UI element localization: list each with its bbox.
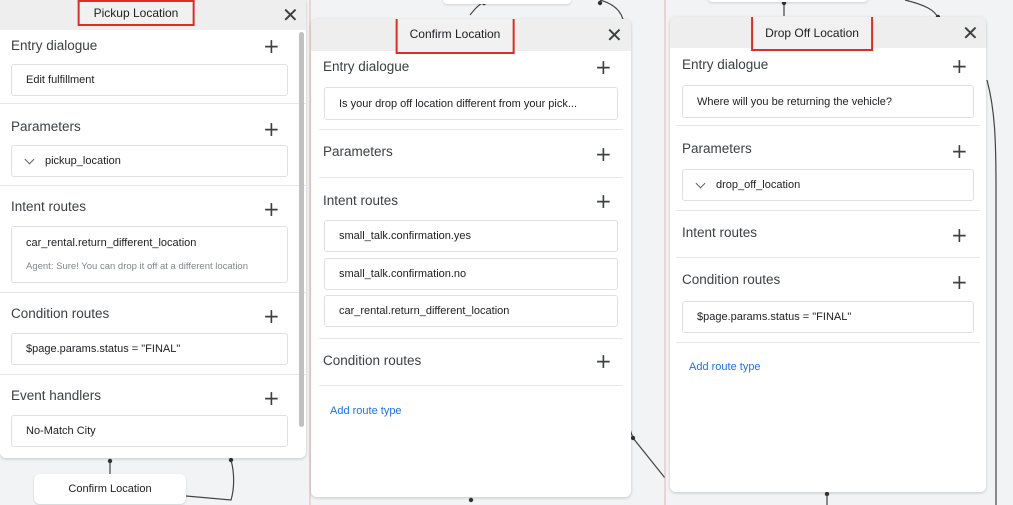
- condition-routes-section: Condition routes + $page.params.status =…: [0, 293, 306, 375]
- section-label: Parameters: [682, 141, 752, 156]
- section-label: Condition routes: [11, 306, 110, 321]
- page-panel-pickup-location: Pickup Location ✕ Entry dialogue + Edit …: [0, 0, 306, 458]
- entry-dialogue-item[interactable]: Where will you be returning the vehicle?: [682, 85, 974, 118]
- page-panel-drop-off-location: Drop Off Location ✕ Entry dialogue + Whe…: [670, 17, 986, 492]
- plus-icon[interactable]: +: [595, 191, 612, 211]
- panel-header: Pickup Location ✕: [0, 0, 306, 30]
- section-label: Parameters: [323, 144, 393, 159]
- parameter-name: drop_off_location: [716, 179, 801, 191]
- chevron-down-icon[interactable]: [695, 178, 706, 188]
- plus-icon[interactable]: +: [951, 272, 968, 292]
- condition-route-item[interactable]: $page.params.status = "FINAL": [682, 301, 974, 333]
- top-node-stub: [708, 0, 868, 2]
- section-label: Intent routes: [682, 225, 758, 240]
- intent-route-item[interactable]: small_talk.confirmation.no: [324, 258, 618, 290]
- section-label: Condition routes: [323, 353, 422, 368]
- page-title: Drop Off Location: [751, 17, 873, 51]
- section-label: Intent routes: [11, 199, 87, 214]
- entry-dialogue-item[interactable]: Is your drop off location different from…: [324, 87, 618, 120]
- add-route-type-link[interactable]: Add route type: [689, 361, 761, 373]
- panel-header: Confirm Location ✕: [311, 19, 631, 54]
- parameters-section: Parameters + drop_off_location: [676, 126, 980, 211]
- section-label: Entry dialogue: [682, 57, 769, 72]
- intent-route-item[interactable]: car_rental.return_different_location: [324, 295, 618, 327]
- plus-icon[interactable]: +: [595, 351, 612, 371]
- parameter-item[interactable]: pickup_location: [11, 145, 288, 177]
- close-icon[interactable]: ✕: [606, 25, 623, 45]
- section-label: Parameters: [11, 119, 81, 134]
- entry-dialogue-section: Entry dialogue + Edit fulfillment: [0, 30, 306, 104]
- section-label: Entry dialogue: [323, 59, 410, 74]
- plus-icon[interactable]: +: [263, 199, 280, 219]
- condition-routes-section: Condition routes +: [319, 339, 623, 386]
- chevron-down-icon[interactable]: [24, 154, 35, 164]
- intent-route-item[interactable]: car_rental.return_different_location Age…: [11, 226, 288, 283]
- intent-name: car_rental.return_different_location: [26, 237, 197, 249]
- close-icon[interactable]: ✕: [282, 5, 299, 25]
- intent-routes-section: Intent routes + car_rental.return_differ…: [0, 186, 306, 293]
- add-route-type-link[interactable]: Add route type: [330, 405, 402, 417]
- entry-dialogue-item[interactable]: Edit fulfillment: [11, 64, 288, 96]
- scrollbar[interactable]: [299, 32, 304, 427]
- plus-icon[interactable]: +: [595, 57, 612, 77]
- plus-icon[interactable]: +: [951, 56, 968, 76]
- section-label: Condition routes: [682, 272, 781, 287]
- add-route-section: Add route type: [319, 386, 623, 436]
- intent-response-preview: Agent: Sure! You can drop it off at a di…: [26, 261, 249, 272]
- condition-route-item[interactable]: $page.params.status = "FINAL": [11, 333, 288, 365]
- page-title: Pickup Location: [77, 0, 195, 26]
- plus-icon[interactable]: +: [263, 119, 280, 139]
- parameters-section: Parameters + pickup_location: [0, 104, 306, 186]
- parameters-section: Parameters +: [319, 130, 623, 178]
- panel-header: Drop Off Location ✕: [670, 17, 986, 51]
- add-route-section: Add route type: [676, 343, 980, 393]
- plus-icon[interactable]: +: [263, 306, 280, 326]
- parameter-name: pickup_location: [45, 155, 121, 167]
- plus-icon[interactable]: +: [263, 36, 280, 56]
- plus-icon[interactable]: +: [951, 225, 968, 245]
- intent-routes-section: Intent routes + small_talk.confirmation.…: [319, 178, 623, 339]
- condition-routes-section: Condition routes + $page.params.status =…: [676, 258, 980, 343]
- close-icon[interactable]: ✕: [962, 23, 979, 43]
- plus-icon[interactable]: +: [263, 388, 280, 408]
- intent-route-item[interactable]: small_talk.confirmation.yes: [324, 220, 618, 252]
- plus-icon[interactable]: +: [595, 144, 612, 164]
- entry-dialogue-section: Entry dialogue + Where will you be retur…: [676, 48, 980, 126]
- plus-icon[interactable]: +: [951, 141, 968, 161]
- section-label: Entry dialogue: [11, 38, 98, 53]
- page-title: Confirm Location: [395, 19, 515, 54]
- section-label: Event handlers: [11, 388, 102, 403]
- top-node-stub: [443, 0, 571, 4]
- section-label: Intent routes: [323, 193, 399, 208]
- event-handlers-section: Event handlers + No-Match City: [0, 375, 306, 455]
- parameter-item[interactable]: drop_off_location: [682, 169, 974, 201]
- entry-dialogue-section: Entry dialogue + Is your drop off locati…: [319, 51, 623, 130]
- flow-node-confirm-location[interactable]: Confirm Location: [34, 474, 186, 504]
- page-panel-confirm-location: Confirm Location ✕ Entry dialogue + Is y…: [311, 19, 631, 497]
- intent-routes-section: Intent routes +: [676, 211, 980, 258]
- event-handler-item[interactable]: No-Match City: [11, 415, 288, 447]
